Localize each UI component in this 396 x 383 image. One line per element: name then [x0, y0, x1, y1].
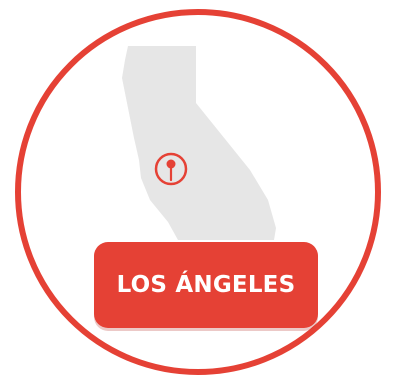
- city-label-button[interactable]: LOS ÁNGELES: [94, 242, 318, 328]
- city-label: LOS ÁNGELES: [116, 272, 296, 298]
- location-badge: LOS ÁNGELES: [0, 0, 396, 383]
